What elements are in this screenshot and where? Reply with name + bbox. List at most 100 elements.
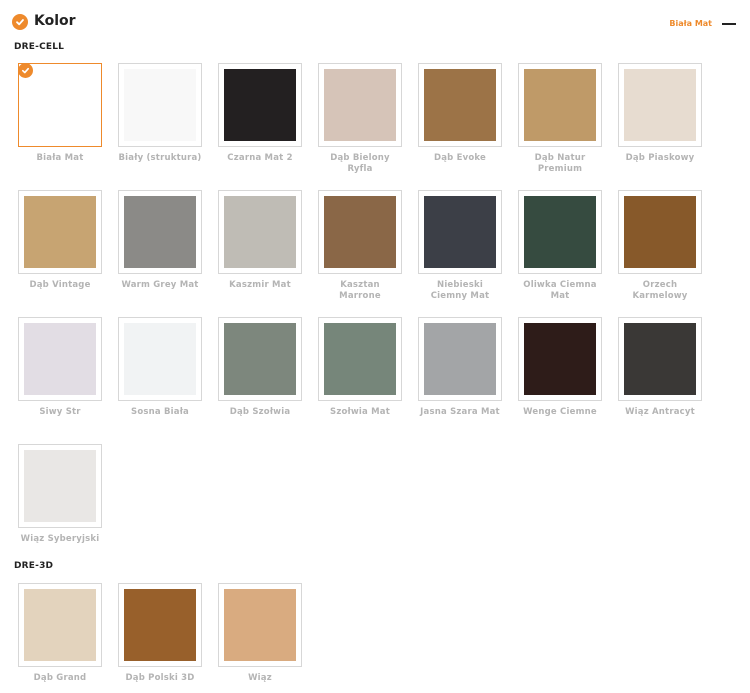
- swatch-label: Niebieski Ciemny Mat: [430, 280, 490, 301]
- swatch-color-chip: [124, 323, 196, 395]
- swatch-frame: [418, 63, 502, 147]
- swatch-color-chip: [24, 196, 96, 268]
- swatch-frame: [318, 63, 402, 147]
- color-swatch[interactable]: Dąb Bielony Ryfla: [318, 63, 402, 175]
- swatch-color-chip: [524, 196, 596, 268]
- section-title: Kolor: [34, 13, 76, 29]
- swatch-frame: [518, 63, 602, 147]
- swatch-color-chip: [324, 196, 396, 268]
- group-title-dre-3d: DRE-3D: [14, 561, 54, 571]
- swatch-frame: [318, 317, 402, 401]
- swatch-color-chip: [424, 323, 496, 395]
- swatch-frame: [18, 63, 102, 147]
- swatch-frame: [18, 190, 102, 274]
- swatch-frame: [118, 583, 202, 667]
- swatch-color-chip: [424, 196, 496, 268]
- color-swatch[interactable]: Siwy Str: [18, 317, 102, 418]
- swatch-frame: [18, 444, 102, 528]
- color-swatch[interactable]: Niebieski Ciemny Mat: [418, 190, 502, 302]
- swatch-label: Czarna Mat 2: [227, 153, 293, 163]
- swatch-frame: [618, 190, 702, 274]
- color-swatch[interactable]: Wiąz Antracyt: [618, 317, 702, 418]
- swatch-color-chip: [624, 69, 696, 141]
- swatch-label: Biały (struktura): [118, 153, 202, 163]
- swatch-color-chip: [224, 589, 296, 661]
- swatch-label: Wiąz: [248, 673, 272, 683]
- swatch-frame: [618, 317, 702, 401]
- color-swatch[interactable]: Dąb Evoke: [418, 63, 502, 164]
- swatch-label: Warm Grey Mat: [121, 280, 199, 290]
- collapse-icon[interactable]: [722, 23, 736, 25]
- color-swatch[interactable]: Oliwka Ciemna Mat: [518, 190, 602, 302]
- color-swatch[interactable]: Wenge Ciemne: [518, 317, 602, 418]
- swatch-label: Orzech Karmelowy: [632, 280, 688, 301]
- swatch-frame: [518, 317, 602, 401]
- color-swatch[interactable]: Szołwia Mat: [318, 317, 402, 418]
- color-swatch[interactable]: Dąb Natur Premium: [518, 63, 602, 175]
- swatch-frame: [518, 190, 602, 274]
- swatch-label: Dąb Polski 3D: [125, 673, 195, 683]
- swatch-frame: [118, 190, 202, 274]
- color-swatch[interactable]: Orzech Karmelowy: [618, 190, 702, 302]
- swatch-color-chip: [24, 589, 96, 661]
- swatch-label: Dąb Bielony Ryfla: [330, 153, 390, 174]
- color-swatch[interactable]: Dąb Vintage: [18, 190, 102, 291]
- swatch-frame: [418, 317, 502, 401]
- color-swatch[interactable]: Warm Grey Mat: [118, 190, 202, 291]
- swatch-color-chip: [524, 69, 596, 141]
- swatch-color-chip: [224, 69, 296, 141]
- swatch-label: Kaszmir Mat: [229, 280, 291, 290]
- swatch-frame: [18, 317, 102, 401]
- swatch-frame: [218, 190, 302, 274]
- swatch-frame: [218, 583, 302, 667]
- swatch-label: Dąb Vintage: [29, 280, 91, 290]
- swatch-label: Dąb Szołwia: [229, 407, 291, 417]
- swatch-color-chip: [324, 323, 396, 395]
- swatch-color-chip: [224, 323, 296, 395]
- swatch-label: Oliwka Ciemna Mat: [523, 280, 597, 301]
- swatch-frame: [418, 190, 502, 274]
- color-swatch[interactable]: Sosna Biała: [118, 317, 202, 418]
- swatch-label: Wiąz Antracyt: [625, 407, 695, 417]
- color-swatch[interactable]: Wiąz: [218, 583, 302, 684]
- color-swatch[interactable]: Dąb Piaskowy: [618, 63, 702, 164]
- color-swatch[interactable]: Dąb Grand: [18, 583, 102, 684]
- swatch-color-chip: [224, 196, 296, 268]
- swatch-color-chip: [524, 323, 596, 395]
- swatch-frame: [618, 63, 702, 147]
- check-icon: [12, 14, 28, 30]
- swatch-label: Dąb Evoke: [433, 153, 486, 163]
- swatch-label: Siwy Str: [39, 407, 81, 417]
- color-swatch[interactable]: Dąb Szołwia: [218, 317, 302, 418]
- swatch-label: Kasztan Marrone: [339, 280, 381, 301]
- swatch-color-chip: [624, 196, 696, 268]
- color-swatch[interactable]: Biały (struktura): [118, 63, 202, 164]
- swatch-label: Jasna Szara Mat: [420, 407, 500, 417]
- swatch-label: Szołwia Mat: [330, 407, 390, 417]
- swatch-frame: [318, 190, 402, 274]
- swatch-color-chip: [124, 589, 196, 661]
- swatch-label: Dąb Natur Premium: [534, 153, 586, 174]
- color-section-header[interactable]: Kolor Biała Mat: [12, 10, 738, 34]
- swatch-label: Dąb Grand: [33, 673, 87, 683]
- color-swatch[interactable]: Kaszmir Mat: [218, 190, 302, 291]
- swatch-frame: [218, 63, 302, 147]
- color-swatch[interactable]: Jasna Szara Mat: [418, 317, 502, 418]
- color-swatch[interactable]: Dąb Polski 3D: [118, 583, 202, 684]
- swatch-label: Wiąz Syberyjski: [20, 534, 100, 544]
- color-swatch[interactable]: Kasztan Marrone: [318, 190, 402, 302]
- swatch-color-chip: [124, 69, 196, 141]
- color-swatch[interactable]: Wiąz Syberyjski: [18, 444, 102, 545]
- swatch-frame: [218, 317, 302, 401]
- color-swatch[interactable]: Czarna Mat 2: [218, 63, 302, 164]
- swatch-label: Wenge Ciemne: [523, 407, 597, 417]
- swatch-color-chip: [24, 69, 96, 141]
- swatch-label: Biała Mat: [36, 153, 84, 163]
- swatch-color-chip: [124, 196, 196, 268]
- swatch-color-chip: [324, 69, 396, 141]
- swatch-frame: [18, 583, 102, 667]
- swatch-color-chip: [24, 323, 96, 395]
- swatch-label: Dąb Piaskowy: [625, 153, 695, 163]
- color-swatch[interactable]: Biała Mat: [18, 63, 102, 164]
- selected-check-icon: [18, 63, 33, 78]
